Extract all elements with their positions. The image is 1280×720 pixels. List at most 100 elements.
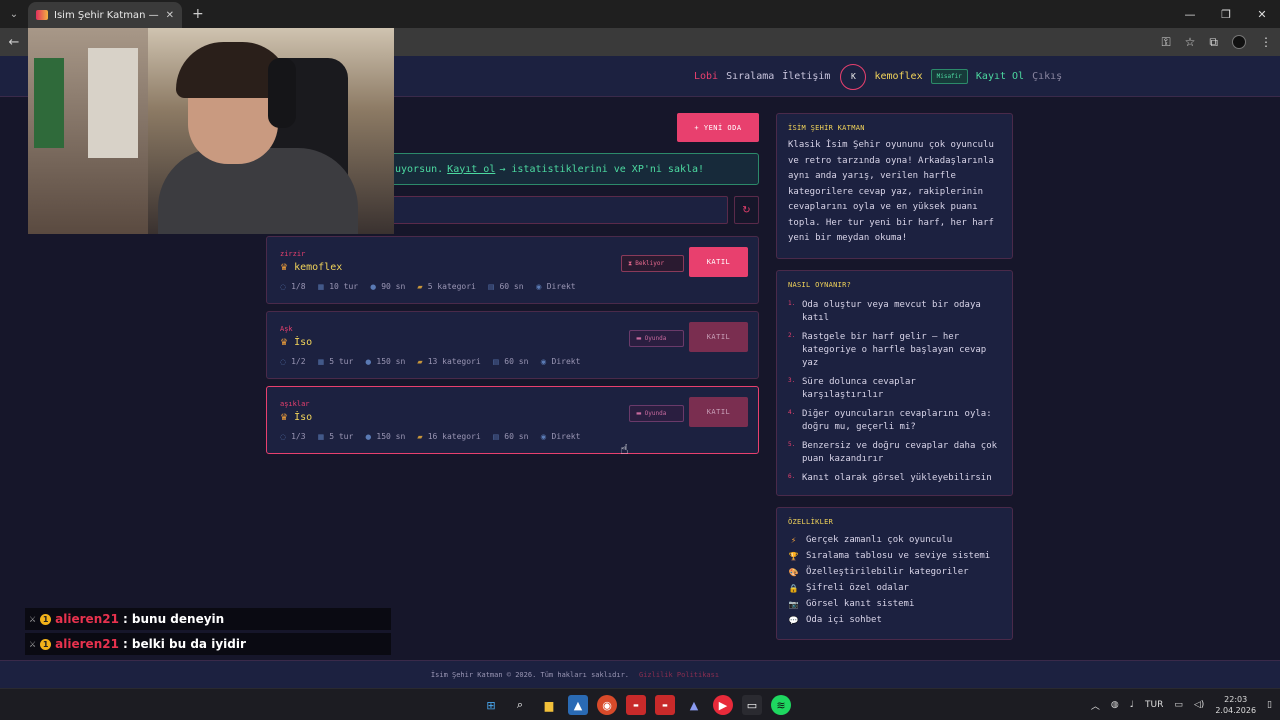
stat-categories: ▰ 5 kategori (417, 282, 476, 291)
app-icon[interactable]: ▬ (655, 695, 675, 715)
list-item: 3. Süre dolunca cevaplar karşılaştırılır (788, 377, 916, 400)
folder-icon: ▰ (417, 282, 423, 291)
network-icon[interactable]: ▭ (1174, 700, 1183, 710)
room-name: aşıklar (280, 400, 310, 408)
gamepad-icon: ▬ (636, 335, 642, 342)
stat-answer-time: ▤ 60 sn (487, 282, 524, 291)
minimize-button[interactable]: — (1172, 0, 1208, 28)
list-item: ⚡ Gerçek zamanlı çok oyunculu (788, 532, 1001, 548)
room-name: Aşk (280, 325, 293, 333)
app-icon[interactable]: ▲ (684, 695, 704, 715)
folder-icon: ▰ (417, 432, 423, 441)
refresh-icon[interactable]: ↻ (734, 196, 759, 224)
windows-start-icon[interactable]: ⊞ (481, 695, 501, 715)
media-player-icon[interactable]: ▶ (713, 695, 733, 715)
banner-text: uyorsun. (395, 163, 444, 175)
nav-contact-link[interactable]: İletişim (782, 71, 830, 82)
lock-icon: 🔒 (788, 583, 799, 593)
badge-icon: 1 (40, 638, 52, 650)
list-item: 6. Kanıt olarak görsel yükleyebilirsin (788, 473, 992, 483)
close-tab-icon[interactable]: ✕ (166, 10, 174, 21)
tab-search-icon[interactable]: ⌄ (0, 0, 28, 28)
microphone-icon[interactable]: ♩ (1130, 700, 1134, 710)
rounds-icon: ▦ (317, 282, 325, 291)
eye-icon: ◉ (535, 282, 542, 291)
clipboard-icon: ▤ (487, 282, 495, 291)
room-owner: ♛ İso (280, 412, 312, 423)
about-card: İSİM ŞEHİR KATMAN Klasik İsim Şehir oyun… (776, 113, 1013, 259)
star-icon[interactable]: ☆ (1185, 35, 1196, 49)
volume-icon[interactable]: ◁) (1194, 700, 1204, 710)
chat-username: alieren21 (55, 637, 119, 651)
gamepad-icon: ▬ (636, 410, 642, 417)
status-badge: ⧗ Bekliyor (621, 255, 684, 272)
stat-players: ◌ 1/8 (280, 282, 306, 291)
stat-answer-time: ▤ 60 sn (492, 432, 529, 441)
photos-icon[interactable]: ▲ (568, 695, 588, 715)
tab-title: İsim Şehir Katman — Multiplayer (54, 9, 160, 21)
list-item: 5. Benzersiz ve doğru cevaplar daha çok p… (788, 441, 998, 464)
key-icon[interactable]: ⚿ (1162, 35, 1171, 50)
close-window-button[interactable]: ✕ (1244, 0, 1280, 28)
join-button[interactable]: KATIL (689, 397, 748, 427)
room-stats: ◌ 1/8 ▦ 10 tur ● 90 sn ▰ 5 kategori ▤ 60 sn ◉… (280, 282, 576, 291)
spotify-icon[interactable]: ≋ (771, 695, 791, 715)
eye-icon: ◉ (540, 432, 547, 441)
new-tab-button[interactable]: + (192, 6, 204, 22)
copyright: İsim Şehir Katman © 2026. Tüm hakları sa… (430, 670, 629, 679)
chat-message: ⚔ 1 alieren21 : bunu deneyin (25, 608, 391, 630)
file-explorer-icon[interactable]: ▆ (539, 695, 559, 715)
maximize-button[interactable]: ❐ (1208, 0, 1244, 28)
os-taskbar: ⊞ ⌕ ▆ ▲ ◉ ▬ ▬ ▲ ▶ ▭ ≋ ︿ ◍ ♩ TUR ▭ ◁) 22:… (0, 688, 1280, 720)
room-card: zirzir ♛ kemoflex ◌ 1/8 ▦ 10 tur ● 90 sn ▰ 5… (266, 236, 759, 304)
list-item: 1. Oda oluştur veya mevcut bir odaya katı… (788, 300, 981, 323)
room-stats: ◌ 1/2 ▦ 5 tur ● 150 sn ▰ 13 kategori ▤ 60 sn … (280, 357, 580, 366)
clipboard-icon: ▤ (492, 432, 500, 441)
chat-text: : belki bu da iyidir (122, 637, 246, 651)
stat-players: ◌ 1/2 (280, 357, 306, 366)
main-nav: Lobi Sıralama İletişim K kemoflex Misafi… (694, 56, 1062, 97)
stat-players: ◌ 1/3 (280, 432, 306, 441)
join-button[interactable]: KATIL (689, 247, 748, 277)
new-room-button[interactable]: + YENİ ODA (677, 113, 759, 142)
chrome-icon[interactable]: ◉ (597, 695, 617, 715)
banner-register-link[interactable]: Kayıt ol (447, 164, 495, 175)
crown-icon: ♛ (280, 337, 289, 348)
more-menu-icon[interactable]: ⋮ (1260, 35, 1272, 49)
user-avatar[interactable]: K (840, 63, 867, 90)
register-link[interactable]: Kayıt Ol (976, 71, 1024, 82)
banner-text-after: → istatistiklerini ve XP'ni sakla! (499, 163, 705, 175)
logout-link[interactable]: Çıkış (1032, 71, 1062, 82)
stat-time: ● 90 sn (370, 282, 406, 291)
back-arrow-icon[interactable]: ← (0, 35, 28, 50)
window-controls: — ❐ ✕ (1172, 0, 1280, 28)
webcam-overlay (28, 28, 394, 234)
chevron-up-icon[interactable]: ︿ (1091, 699, 1100, 712)
discord-icon[interactable]: ◍ (1111, 700, 1119, 710)
owner-name: İso (294, 337, 313, 348)
timer-icon: ● (370, 282, 377, 291)
nav-lobby-link[interactable]: Lobi (694, 71, 718, 82)
app-icon[interactable]: ▬ (626, 695, 646, 715)
stat-answer-time: ▤ 60 sn (492, 357, 529, 366)
terminal-icon[interactable]: ▭ (742, 695, 762, 715)
trophy-icon: 🏆 (788, 551, 799, 561)
taskbar-apps: ⊞ ⌕ ▆ ▲ ◉ ▬ ▬ ▲ ▶ ▭ ≋ (481, 689, 791, 720)
clock[interactable]: 22:03 2.04.2026 (1215, 694, 1256, 716)
language-indicator[interactable]: TUR (1145, 700, 1163, 710)
palette-icon: 🎨 (788, 567, 799, 577)
stat-time: ● 150 sn (365, 432, 406, 441)
search-icon[interactable]: ⌕ (510, 695, 530, 715)
profile-avatar-icon[interactable] (1232, 35, 1246, 49)
privacy-link[interactable]: Gizlilik Politikası (639, 671, 719, 679)
owner-name: kemoflex (294, 262, 343, 273)
notification-icon[interactable]: ▯ (1267, 700, 1272, 710)
features-card: ÖZELLİKLER ⚡ Gerçek zamanlı çok oyunculu … (776, 507, 1013, 640)
join-button[interactable]: KATIL (689, 322, 748, 352)
list-item: 📷 Görsel kanıt sistemi (788, 599, 915, 609)
lightning-icon: ⚡ (790, 535, 797, 545)
nav-leaderboard-link[interactable]: Sıralama (726, 71, 774, 82)
extensions-icon[interactable]: ⧉ (1209, 35, 1218, 50)
crown-icon: ♛ (280, 412, 289, 423)
browser-tab[interactable]: İsim Şehir Katman — Multiplayer ✕ (28, 2, 182, 28)
